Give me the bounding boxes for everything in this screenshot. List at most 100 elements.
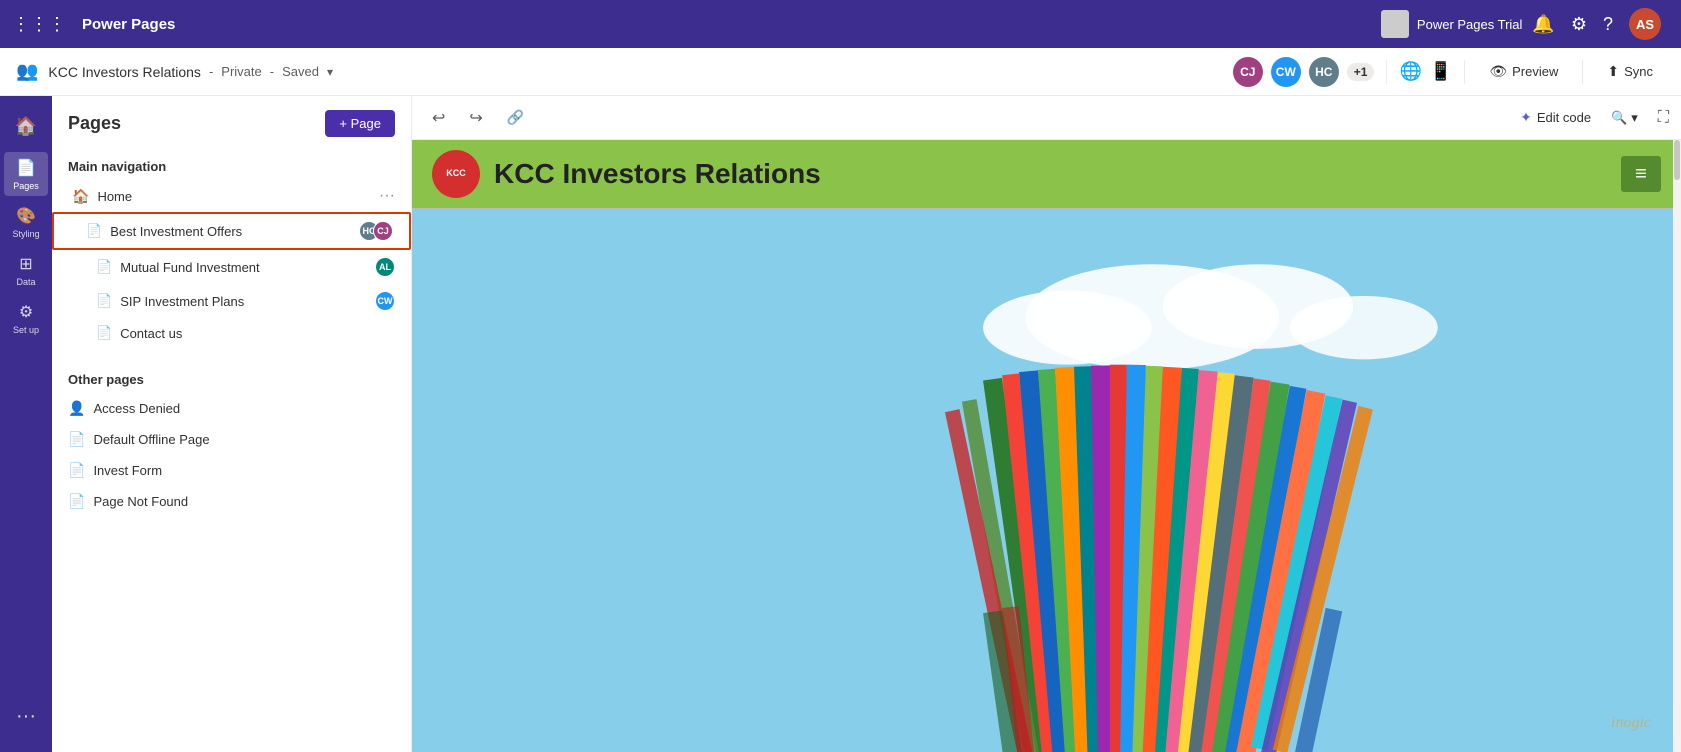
- more-users-badge[interactable]: +1: [1347, 63, 1375, 81]
- hero-image: [412, 210, 1681, 752]
- divider1: [1386, 60, 1387, 84]
- preview-globe-icon[interactable]: 🌐: [1399, 61, 1421, 82]
- add-page-button[interactable]: + Page: [325, 110, 395, 137]
- undo-button[interactable]: ↩: [424, 103, 453, 133]
- user-avatar[interactable]: AS: [1629, 8, 1661, 40]
- link-button[interactable]: 🔗: [499, 104, 532, 131]
- nav-item-more-icon[interactable]: ···: [379, 187, 395, 205]
- other-pages-label: Other pages: [52, 360, 411, 393]
- sidebar-item-pages[interactable]: 📄 Pages: [4, 152, 48, 196]
- redo-button[interactable]: ↪: [461, 103, 490, 133]
- mini-avatar-al: AL: [375, 257, 395, 277]
- invest-form-label: Invest Form: [93, 463, 162, 478]
- page-not-found-icon: 📄: [68, 493, 85, 510]
- help-icon[interactable]: ?: [1603, 14, 1613, 35]
- preview-label: Preview: [1512, 64, 1558, 79]
- mini-avatar-cj: CJ: [373, 221, 393, 241]
- site-separator2: -: [270, 64, 274, 79]
- content-area: ↩ ↪ 🔗 ✦ Edit code 🔍 ▾ ⛶ KCC: [412, 96, 1681, 752]
- setup-label: Set up: [13, 325, 39, 335]
- sidebar-bottom: ···: [16, 697, 36, 752]
- site-status: Saved: [282, 64, 319, 79]
- sidebar-item-styling[interactable]: 🎨 Styling: [4, 200, 48, 244]
- page-icon-contact: 📄: [96, 325, 112, 341]
- dropdown-chevron-icon[interactable]: ▾: [327, 65, 333, 79]
- site-name: KCC Investors Relations: [48, 64, 201, 80]
- product-name: Power Pages Trial: [1417, 17, 1523, 32]
- pages-icon: 📄: [16, 158, 36, 178]
- inogic-watermark: inogic: [1611, 714, 1651, 732]
- sidebar-item-setup[interactable]: ⚙ Set up: [4, 296, 48, 340]
- other-page-access-denied[interactable]: 👤 Access Denied: [52, 393, 411, 424]
- pages-panel-title: Pages: [68, 113, 121, 134]
- preview-frame: KCC KCC Investors Relations ≡: [412, 140, 1681, 752]
- pages-label: Pages: [13, 181, 39, 191]
- nav-item-best-investment-label: Best Investment Offers: [110, 224, 351, 239]
- page-icon-best-investment: 📄: [86, 223, 102, 239]
- mobile-preview-icon[interactable]: 📱: [1430, 61, 1452, 82]
- invest-form-icon: 📄: [68, 462, 85, 479]
- more-icon[interactable]: ···: [16, 697, 36, 736]
- site-visibility: Private: [221, 64, 261, 79]
- default-offline-icon: 📄: [68, 431, 85, 448]
- pages-panel-content[interactable]: Main navigation 🏠 Home ··· 📄 Best Invest…: [52, 147, 411, 752]
- other-page-default-offline[interactable]: 📄 Default Offline Page: [52, 424, 411, 455]
- site-separator: -: [209, 64, 213, 79]
- avatar-cw[interactable]: CW: [1271, 57, 1301, 87]
- nav-item-home[interactable]: 🏠 Home ···: [52, 180, 411, 212]
- edit-code-label: Edit code: [1537, 110, 1591, 125]
- nav-item-mutual-fund[interactable]: 📄 Mutual Fund Investment AL: [52, 250, 411, 284]
- site-people-icon: 👥: [16, 61, 38, 82]
- scrollbar-thumb[interactable]: [1674, 140, 1680, 180]
- nav-item-sip-plans[interactable]: 📄 SIP Investment Plans CW: [52, 284, 411, 318]
- other-page-not-found[interactable]: 📄 Page Not Found: [52, 486, 411, 517]
- home-nav-icon: 🏠: [72, 188, 89, 205]
- main-nav-label: Main navigation: [52, 147, 411, 180]
- sidebar-item-home[interactable]: 🏠: [4, 104, 48, 148]
- settings-icon[interactable]: ⚙: [1571, 14, 1587, 35]
- expand-icon[interactable]: ⛶: [1658, 109, 1669, 127]
- avatar-hc[interactable]: HC: [1309, 57, 1339, 87]
- zoom-control[interactable]: 🔍 ▾: [1611, 110, 1638, 126]
- sidebar-item-data[interactable]: ⊞ Data: [4, 248, 48, 292]
- preview-icon: 👁: [1489, 63, 1507, 80]
- data-label: Data: [16, 277, 35, 287]
- sync-icon: ⬆: [1607, 63, 1619, 80]
- nav-item-home-label: Home: [97, 189, 371, 204]
- divider3: [1582, 60, 1583, 84]
- sync-label: Sync: [1624, 64, 1653, 79]
- zoom-chevron-icon: ▾: [1631, 110, 1638, 126]
- product-info: Power Pages Trial: [1381, 10, 1523, 38]
- edit-code-button[interactable]: ✦ Edit code: [1520, 109, 1591, 126]
- mini-avatar-cw: CW: [375, 291, 395, 311]
- preview-button[interactable]: 👁 Preview: [1477, 58, 1570, 85]
- apps-icon[interactable]: ⋮⋮⋮: [12, 14, 66, 35]
- sync-button[interactable]: ⬆ Sync: [1595, 58, 1665, 85]
- page-icon-sip: 📄: [96, 293, 112, 309]
- default-offline-label: Default Offline Page: [93, 432, 209, 447]
- nav-item-contact-label: Contact us: [120, 326, 395, 341]
- site-selector[interactable]: KCC Investors Relations - Private - Save…: [48, 64, 333, 80]
- nav-item-sip-label: SIP Investment Plans: [120, 294, 367, 309]
- other-page-invest-form[interactable]: 📄 Invest Form: [52, 455, 411, 486]
- kcc-menu-button[interactable]: ≡: [1621, 156, 1661, 192]
- kcc-site-title: KCC Investors Relations: [494, 158, 1621, 190]
- nav-item-mutual-fund-label: Mutual Fund Investment: [120, 260, 367, 275]
- notification-icon[interactable]: 🔔: [1532, 14, 1554, 35]
- kcc-logo: KCC: [432, 150, 480, 198]
- home-icon: 🏠: [15, 116, 37, 137]
- vertical-scrollbar[interactable]: [1673, 140, 1681, 752]
- setup-icon: ⚙: [19, 302, 33, 322]
- kcc-header: KCC KCC Investors Relations ≡: [412, 140, 1681, 208]
- main-layout: 🏠 📄 Pages 🎨 Styling ⊞ Data ⚙ Set up ··· …: [0, 96, 1681, 752]
- styling-label: Styling: [12, 229, 39, 239]
- kcc-hero: inogic: [412, 210, 1681, 752]
- avatar-cj[interactable]: CJ: [1233, 57, 1263, 87]
- nav-item-best-investment[interactable]: 📄 Best Investment Offers HC CJ: [52, 212, 411, 250]
- nav-item-avatars: HC CJ: [359, 221, 393, 241]
- nav-item-contact[interactable]: 📄 Contact us: [52, 318, 411, 348]
- pages-panel: Pages + Page Main navigation 🏠 Home ··· …: [52, 96, 412, 752]
- second-bar: 👥 KCC Investors Relations - Private - Sa…: [0, 48, 1681, 96]
- page-icon-mutual-fund: 📄: [96, 259, 112, 275]
- vscode-icon: ✦: [1520, 109, 1532, 126]
